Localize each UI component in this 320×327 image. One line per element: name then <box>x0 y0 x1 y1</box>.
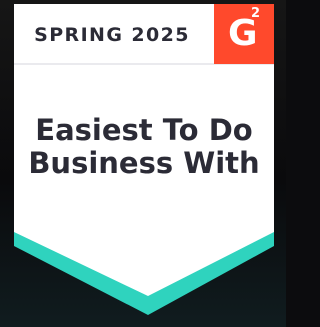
g2-logo-icon: G 2 <box>214 4 274 64</box>
award-badge-screen: SPRING 2025 G 2 Easiest To Do Business W… <box>0 0 286 327</box>
badge-season-label: SPRING 2025 <box>34 24 190 46</box>
award-title-line-1: Easiest To Do <box>35 113 253 147</box>
award-title: Easiest To Do Business With <box>14 114 274 180</box>
g2-logo-superscript: 2 <box>251 6 261 21</box>
award-title-line-2: Business With <box>28 146 260 180</box>
